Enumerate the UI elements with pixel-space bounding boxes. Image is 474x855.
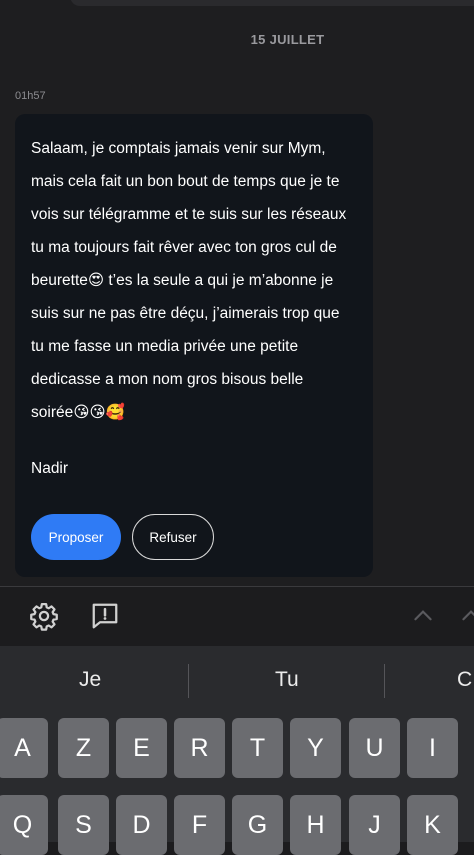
message-line: Salaam, je comptais jamais venir sur Mym… [31, 140, 326, 157]
propose-button[interactable]: Proposer [31, 514, 121, 560]
key[interactable]: D [116, 795, 167, 855]
message-line: vois sur télégramme et te suis sur les r… [31, 206, 347, 223]
keyboard: Je Tu C A Z E R T Y U I Q S D F G H J K [0, 646, 474, 855]
key[interactable]: I [407, 718, 458, 778]
message-line: mais cela fait un bon bout de temps que … [31, 173, 340, 190]
chat-area: 15 JUILLET 01h57 Salaam, je comptais jam… [0, 0, 474, 586]
key[interactable]: K [407, 795, 458, 855]
suggestion-item[interactable]: Je [79, 668, 101, 692]
message-line: suis sur ne pas être déçu, j’aimerais tr… [31, 305, 340, 322]
key[interactable]: R [174, 718, 225, 778]
message-line: beurette😍 t’es la seule a qui je m’abonn… [31, 272, 334, 289]
message-line: dedicasse a mon nom gros bisous belle [31, 371, 304, 388]
message-line: soirée😘😘🥰 [31, 404, 125, 421]
key[interactable]: T [232, 718, 283, 778]
key[interactable]: U [349, 718, 400, 778]
key[interactable]: G [232, 795, 283, 855]
key[interactable]: Z [58, 718, 109, 778]
suggestion-item[interactable]: Tu [275, 668, 299, 692]
suggestion-bar: Je Tu C [0, 646, 474, 718]
chevron-up-icon[interactable] [410, 603, 436, 629]
message-time: 01h57 [15, 90, 46, 102]
key[interactable]: Y [290, 718, 341, 778]
key[interactable]: E [116, 718, 167, 778]
key[interactable]: Q [0, 795, 48, 855]
date-separator: 15 JUILLET [250, 32, 325, 47]
suggestion-item[interactable]: C [457, 668, 472, 692]
message-signature: Nadir [31, 460, 69, 477]
chevron-up-icon[interactable] [458, 603, 474, 629]
input-toolbar [0, 586, 474, 647]
message-bubble: Salaam, je comptais jamais venir sur Mym… [15, 114, 373, 577]
key[interactable]: J [349, 795, 400, 855]
report-icon[interactable] [90, 601, 120, 631]
message-line: tu me fasse un media privée une petite [31, 338, 299, 355]
key[interactable]: F [174, 795, 225, 855]
key[interactable]: H [290, 795, 341, 855]
refuse-button[interactable]: Refuser [132, 514, 214, 560]
key[interactable]: A [0, 718, 48, 778]
gear-icon[interactable] [29, 601, 59, 631]
suggestion-divider [384, 664, 385, 698]
key[interactable]: S [58, 795, 109, 855]
message-line: tu ma toujours fait rêver avec ton gros … [31, 239, 337, 256]
top-input-edge [70, 0, 474, 6]
suggestion-divider [188, 664, 189, 698]
